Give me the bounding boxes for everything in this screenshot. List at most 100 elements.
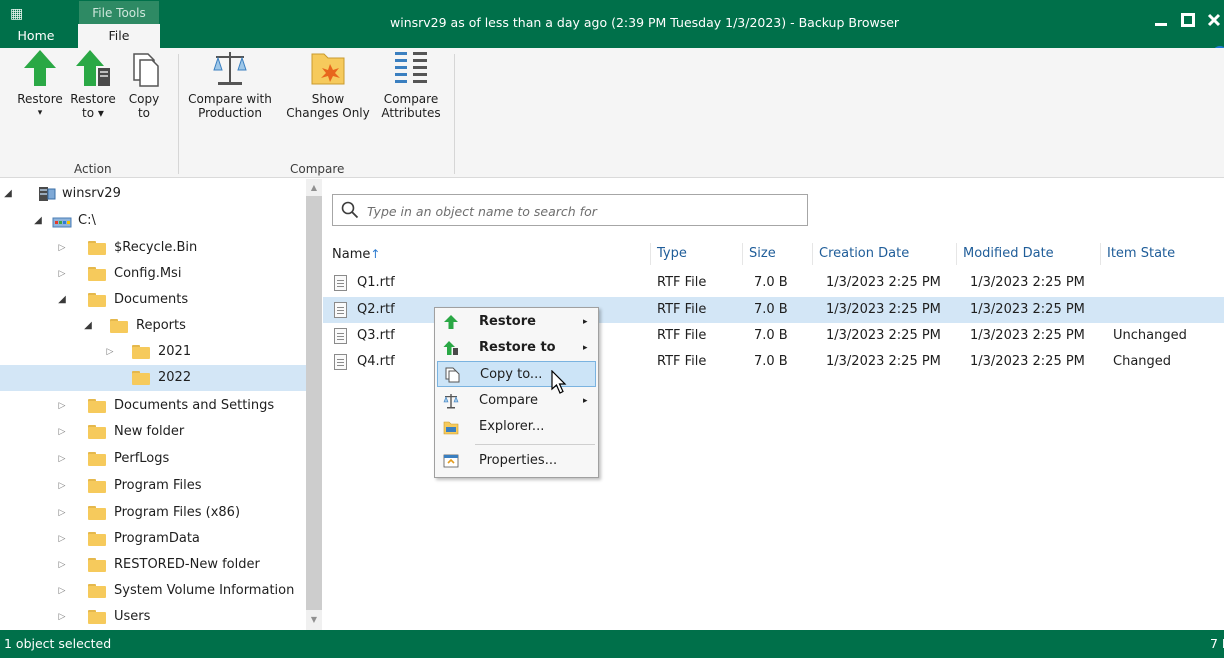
tree-scrollbar-thumb[interactable] [306,196,322,610]
expand-icon[interactable]: ▷ [104,339,116,365]
tree-item-label: C:\ [78,213,96,228]
menu-item-label: Compare [479,393,538,408]
tree-item-recycle-bin[interactable]: ▷ $Recycle.Bin [0,235,306,261]
minimize-button[interactable] [1151,12,1171,32]
menu-item-label: Restore [479,314,536,329]
close-icon [1207,13,1221,27]
tree-item-label: Documents [114,292,189,307]
expand-icon[interactable]: ▷ [56,473,68,499]
expand-icon[interactable]: ▷ [56,446,68,472]
tree-item-root[interactable]: ◢ winsrv29 [0,181,306,207]
app-icon[interactable]: ▦ [10,5,28,23]
tree-item-reports[interactable]: ◢ Reports [0,313,306,339]
menu-item-label: Explorer... [479,419,545,434]
maximize-button[interactable] [1178,12,1198,32]
tree-item-perflogs[interactable]: ▷ PerfLogs [0,446,306,472]
submenu-arrow-icon: ▸ [583,343,588,353]
expand-icon[interactable]: ▷ [56,604,68,630]
search-input[interactable] [367,201,797,221]
collapse-icon[interactable]: ◢ [56,287,68,313]
file-created: 1/3/2023 2:25 PM [826,275,941,290]
column-header-creation-date[interactable]: Creation Date [812,243,956,265]
close-button[interactable] [1204,12,1224,32]
expand-icon[interactable]: ▷ [56,552,68,578]
folder-icon [88,267,106,281]
menu-separator [475,444,595,445]
file-modified: 1/3/2023 2:25 PM [970,302,1085,317]
file-state: Unchanged [1113,328,1187,343]
column-header-name[interactable]: Name↑ [332,243,650,265]
tree-item-label: PerfLogs [114,451,170,466]
scroll-down-icon[interactable]: ▼ [306,612,322,628]
tree-item-config-msi[interactable]: ▷ Config.Msi [0,261,306,287]
expand-icon[interactable]: ▷ [56,393,68,419]
file-size: 7.0 B [754,354,788,369]
menu-item-compare[interactable]: Compare ▸ [437,388,596,414]
context-tab-file-tools: File Tools [79,1,159,25]
folder-icon [88,610,106,624]
file-state: Changed [1113,354,1172,369]
menu-item-explorer[interactable]: Explorer... [437,414,596,440]
expand-icon[interactable]: ▷ [56,500,68,526]
collapse-icon[interactable]: ◢ [32,208,44,234]
group-label-action: Action [74,162,112,176]
tree-item-new-folder[interactable]: ▷ New folder [0,419,306,445]
folder-icon [110,319,128,333]
column-header-type[interactable]: Type [650,243,742,265]
expand-icon[interactable]: ▷ [56,261,68,287]
tree-item-2022[interactable]: 2022 [0,365,306,391]
file-modified: 1/3/2023 2:25 PM [970,275,1085,290]
scroll-up-icon[interactable]: ▲ [306,180,322,196]
ribbon-compare-attributes-label: Compare [383,92,439,106]
tree-item-system-volume-information[interactable]: ▷ System Volume Information [0,578,306,604]
menu-item-restore-to[interactable]: Restore to ▸ [437,335,596,361]
tree-item-documents[interactable]: ◢ Documents [0,287,306,313]
file-name: Q3.rtf [357,328,395,343]
tree-item-programdata[interactable]: ▷ ProgramData [0,526,306,552]
collapse-icon[interactable]: ◢ [82,313,94,339]
expand-icon[interactable]: ▷ [56,578,68,604]
drive-icon [52,217,72,228]
folder-icon [132,371,150,385]
ribbon-group-divider [454,54,455,174]
menu-item-restore[interactable]: Restore ▸ [437,309,596,335]
folder-icon [88,293,106,307]
expand-icon[interactable]: ▷ [56,526,68,552]
column-header-label: Name [332,247,371,262]
file-type: RTF File [657,275,707,290]
tree-item-drive[interactable]: ◢ C:\ [0,208,306,234]
expand-icon[interactable]: ▷ [56,235,68,261]
tree-item-label: ProgramData [114,531,200,546]
search-box[interactable] [332,194,808,226]
ribbon-show-changes-sub: Changes Only [286,106,370,120]
tree-item-label: $Recycle.Bin [114,240,198,255]
tree-item-label: 2022 [158,370,192,385]
collapse-icon[interactable]: ◢ [2,181,14,207]
ribbon: Restore ▾ Restore to ▾ Copy to Action Co… [0,48,1224,178]
tree-item-documents-and-settings[interactable]: ▷ Documents and Settings [0,393,306,419]
ribbon-compare-production-sub: Production [198,106,262,120]
column-header-item-state[interactable]: Item State [1100,243,1224,265]
column-header-modified-date[interactable]: Modified Date [956,243,1100,265]
expand-icon[interactable]: ▷ [56,419,68,445]
ribbon-copy-to-sub: to [137,106,151,120]
tree-item-users[interactable]: ▷ Users [0,604,306,630]
file-type: RTF File [657,354,707,369]
tree-item-restored-new-folder[interactable]: ▷ RESTORED-New folder [0,552,306,578]
menu-item-copy-to[interactable]: Copy to... [437,361,596,387]
file-name: Q1.rtf [357,275,395,290]
table-row[interactable]: Q1.rtf RTF File 7.0 B 1/3/2023 2:25 PM 1… [323,270,1224,296]
tree-item-program-files[interactable]: ▷ Program Files [0,473,306,499]
tree-item-label: 2021 [158,344,192,359]
tree-item-program-files-x86[interactable]: ▷ Program Files (x86) [0,500,306,526]
ribbon-restore-to-sub: to ▾ [82,106,104,120]
tree-item-2021[interactable]: ▷ 2021 [0,339,306,365]
tree-item-label: Documents and Settings [114,398,275,413]
folder-icon [88,452,106,466]
column-header-size[interactable]: Size [742,243,812,265]
folder-icon [88,241,106,255]
tab-home[interactable]: Home [0,24,72,48]
restore-arrow-icon [444,315,458,329]
menu-item-properties[interactable]: Properties... [437,448,596,474]
tab-file[interactable]: File [78,24,160,48]
